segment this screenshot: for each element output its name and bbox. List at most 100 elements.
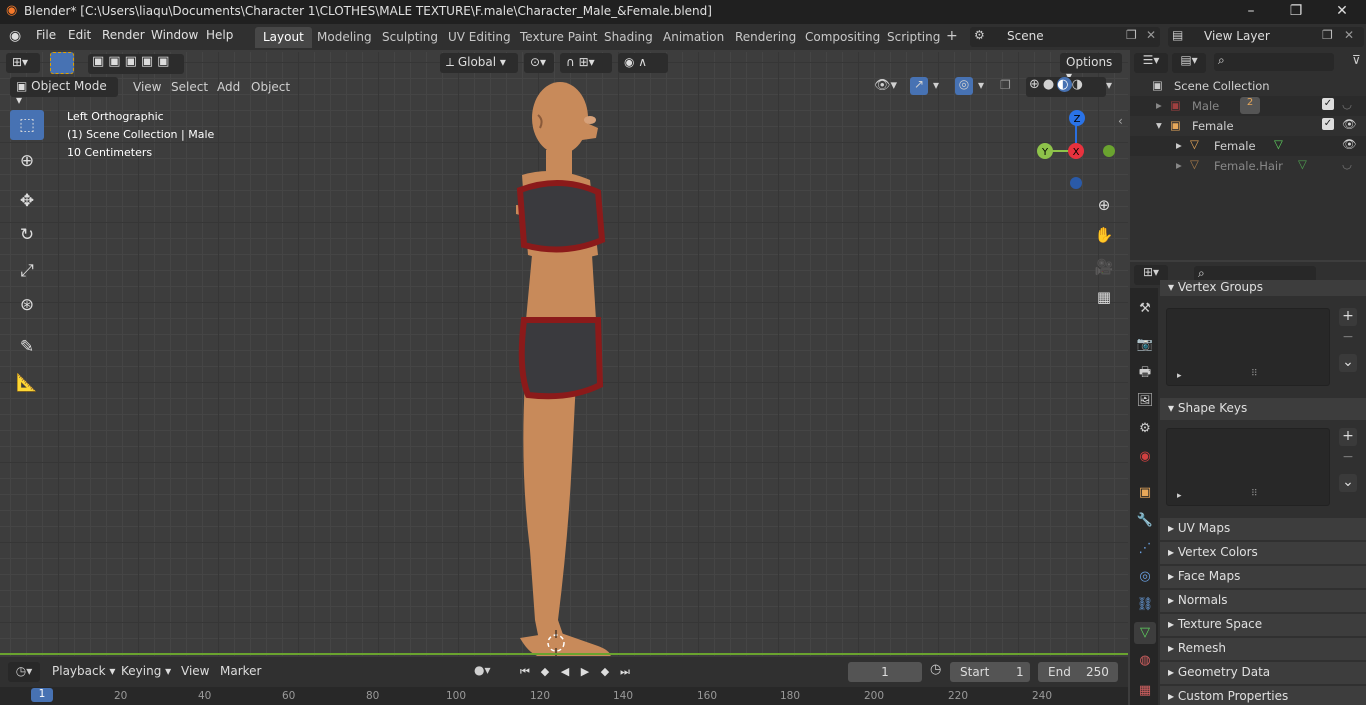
viewport-menu-add[interactable]: Add	[217, 80, 240, 94]
clock-icon[interactable]: ◷	[930, 662, 941, 677]
add-vertex-group-button[interactable]: +	[1339, 308, 1357, 326]
filter-icon[interactable]: ⊽	[1352, 53, 1361, 67]
panel-face-maps[interactable]: ▸ Face Maps	[1160, 566, 1366, 588]
physics-tab-icon[interactable]: ◎	[1134, 566, 1156, 588]
chevron-down-icon[interactable]: ▾	[978, 78, 984, 92]
timeline-editor-type-icon[interactable]: ◷▾	[8, 662, 40, 682]
tab-animation[interactable]: Animation	[655, 27, 732, 48]
particles-tab-icon[interactable]: ⋰	[1134, 538, 1156, 560]
3d-viewport[interactable]: ⊞▾ ▣▣▣▣▣ ⟂ Global ▾ ⊙▾ ∩ ⊞▾ ◉ ∧ Options …	[0, 52, 1128, 656]
view-layer-tab-icon[interactable]: 🖼	[1134, 390, 1156, 412]
texture-tab-icon[interactable]: ▦	[1134, 680, 1156, 702]
panel-uv-maps[interactable]: ▸ UV Maps	[1160, 518, 1366, 540]
eye-closed-icon[interactable]: ◡	[1342, 157, 1352, 171]
jump-start-icon[interactable]: ⏮	[516, 663, 534, 681]
select-tool-icon[interactable]	[50, 52, 74, 74]
scene-tab-icon[interactable]: ⚙	[1134, 418, 1156, 440]
playback-menu[interactable]: Playback ▾	[52, 664, 115, 678]
outliner-row-female-object[interactable]: ▸ ▽ Female ▽ 👁	[1130, 136, 1366, 156]
expand-arrow-icon[interactable]: ▾	[1156, 118, 1162, 132]
sidebar-toggle-icon[interactable]: ‹	[1118, 114, 1123, 128]
keying-menu[interactable]: Keying ▾	[121, 664, 171, 678]
tab-sculpting[interactable]: Sculpting	[374, 27, 446, 48]
copy-icon[interactable]: ❐	[1322, 28, 1333, 42]
viewport-menu-object[interactable]: Object	[251, 80, 290, 94]
remove-shape-key-button[interactable]: −	[1339, 449, 1357, 467]
world-tab-icon[interactable]: ◉	[1134, 446, 1156, 468]
tool-tab-icon[interactable]: ⚒	[1134, 298, 1156, 320]
mode-dropdown[interactable]: ▣ Object Mode ▾	[10, 77, 118, 107]
next-keyframe-icon[interactable]: ◆	[596, 663, 614, 681]
panel-normals[interactable]: ▸ Normals	[1160, 590, 1366, 612]
proportional-edit-icon[interactable]: ◉ ∧	[618, 53, 668, 73]
record-icon[interactable]: ●▾	[474, 663, 491, 677]
camera-icon[interactable]: 🎥	[1091, 254, 1117, 280]
panel-vertex-groups[interactable]: ▾ Vertex Groups	[1160, 280, 1366, 296]
render-tab-icon[interactable]: 📷	[1134, 334, 1156, 356]
checkbox-icon[interactable]: ✓	[1322, 118, 1334, 130]
copy-icon[interactable]: ❐	[1126, 28, 1137, 42]
minimize-button[interactable]: –	[1228, 0, 1274, 24]
zoom-icon[interactable]: ⊕	[1091, 192, 1117, 218]
object-tab-icon[interactable]: ▣	[1134, 482, 1156, 504]
remove-vertex-group-button[interactable]: −	[1339, 329, 1357, 347]
snap-icon[interactable]: ∩ ⊞▾	[560, 53, 612, 73]
view-layer-selector[interactable]: ▤ View Layer ❐ ✕	[1168, 27, 1364, 47]
expand-arrow-icon[interactable]: ▸	[1177, 371, 1182, 381]
menu-help[interactable]: Help	[206, 28, 233, 42]
outliner-search-input[interactable]: ⌕	[1214, 53, 1334, 71]
menu-render[interactable]: Render	[102, 28, 145, 42]
tab-texture-paint[interactable]: Texture Paint	[512, 27, 605, 48]
constraints-tab-icon[interactable]: ⛓	[1134, 594, 1156, 616]
jump-end-icon[interactable]: ⏭	[616, 663, 634, 681]
eye-icon[interactable]: 👁	[1342, 137, 1357, 151]
scene-collection-row[interactable]: ▣ Scene Collection	[1130, 76, 1366, 96]
pan-hand-icon[interactable]: ✋	[1091, 222, 1117, 248]
maximize-button[interactable]: ❐	[1273, 0, 1319, 24]
tab-scripting[interactable]: Scripting	[879, 27, 948, 48]
eye-closed-icon[interactable]: ◡	[1342, 97, 1352, 111]
menu-window[interactable]: Window	[151, 28, 198, 42]
transform-orientation-dropdown[interactable]: ⟂ Global ▾	[440, 53, 518, 73]
gizmo-neg-z-axis[interactable]	[1070, 177, 1082, 189]
output-tab-icon[interactable]: 🖶	[1134, 362, 1156, 384]
end-frame-field[interactable]: End 250	[1038, 662, 1118, 682]
expand-arrow-icon[interactable]: ▸	[1177, 491, 1182, 501]
annotate-icon[interactable]: ✎	[10, 332, 44, 362]
resize-grip-icon[interactable]: ⠿	[1251, 369, 1258, 379]
vertex-groups-list[interactable]: ▸ ⠿	[1166, 308, 1330, 386]
display-mode-icon[interactable]: ▤▾	[1172, 53, 1206, 73]
measure-icon[interactable]: 📐	[10, 368, 44, 398]
outliner-row-male[interactable]: ▸ ▣ Male 2 ✓ ◡	[1130, 96, 1366, 116]
cursor-icon[interactable]: ⊕	[10, 146, 44, 176]
mesh-data-tab-icon[interactable]: ▽	[1134, 622, 1156, 644]
expand-arrow-icon[interactable]: ▸	[1176, 138, 1182, 152]
expand-arrow-icon[interactable]: ▸	[1176, 158, 1182, 172]
tab-rendering[interactable]: Rendering	[727, 27, 804, 48]
marker-menu[interactable]: Marker	[220, 664, 261, 678]
close-icon[interactable]: ✕	[1146, 28, 1156, 42]
rotate-icon[interactable]: ↻	[10, 220, 44, 250]
add-workspace-button[interactable]: +	[946, 28, 958, 44]
resize-grip-icon[interactable]: ⠿	[1251, 489, 1258, 499]
outliner-editor-type-icon[interactable]: ☰▾	[1134, 53, 1168, 73]
grid-icon[interactable]: ▦	[1091, 284, 1117, 310]
add-shape-key-button[interactable]: +	[1339, 428, 1357, 446]
mesh-data-icon[interactable]: ▽	[1274, 137, 1283, 151]
outliner-row-female-collection[interactable]: ▾ ▣ Female ✓ 👁	[1130, 116, 1366, 136]
transform-icon[interactable]: ⊛	[10, 290, 44, 320]
scale-icon[interactable]: ⤢	[10, 256, 44, 286]
select-box-icon[interactable]: ⬚	[10, 110, 44, 140]
shading-mode-icons[interactable]: ⊕●◐◑	[1026, 77, 1106, 97]
viewport-menu-select[interactable]: Select	[171, 80, 208, 94]
gizmo-toggle-icon[interactable]: ↗	[910, 77, 928, 95]
options-dropdown[interactable]: Options ▾	[1060, 53, 1122, 83]
gizmo-neg-y-axis[interactable]	[1103, 145, 1115, 157]
panel-geometry-data[interactable]: ▸ Geometry Data	[1160, 662, 1366, 684]
scene-selector[interactable]: ⚙ Scene ❐ ✕	[970, 27, 1160, 47]
tab-compositing[interactable]: Compositing	[797, 27, 888, 48]
panel-custom-properties[interactable]: ▸ Custom Properties	[1160, 686, 1366, 705]
shape-keys-list[interactable]: ▸ ⠿	[1166, 428, 1330, 506]
play-reverse-icon[interactable]: ◀	[556, 663, 574, 681]
panel-shape-keys[interactable]: ▾ Shape Keys	[1160, 398, 1366, 420]
